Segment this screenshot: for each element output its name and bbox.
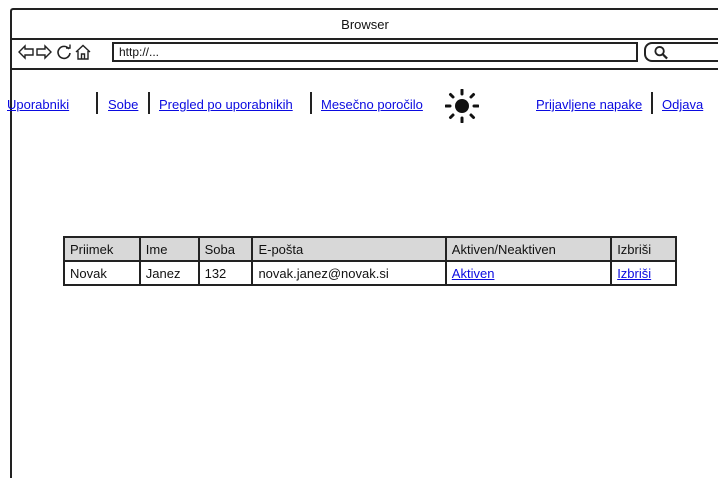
cell-email: novak.janez@novak.si [251, 260, 447, 286]
column-header-delete: Izbriši [610, 236, 677, 262]
nav-separator [310, 92, 312, 114]
users-table: Priimek Ime Soba E-pošta Aktiven/Neaktiv… [63, 236, 677, 286]
nav-logout[interactable]: Odjava [662, 97, 703, 112]
table-header-row: Priimek Ime Soba E-pošta Aktiven/Neaktiv… [63, 236, 677, 262]
search-icon [654, 45, 668, 60]
browser-toolbar: http://... [12, 40, 718, 70]
address-bar[interactable]: http://... [112, 42, 638, 62]
cell-name: Janez [138, 260, 200, 286]
nav-monthly-report[interactable]: Mesečno poročilo [321, 97, 423, 112]
status-toggle-link[interactable]: Aktiven [452, 266, 495, 281]
back-icon[interactable] [18, 44, 34, 60]
column-header-name: Ime [138, 236, 200, 262]
column-header-room: Soba [197, 236, 254, 262]
cell-status: Aktiven [444, 260, 613, 286]
nav-overview[interactable]: Pregled po uporabnikih [159, 97, 293, 112]
cell-delete: Izbriši [610, 260, 677, 286]
column-header-status: Aktiven/Neaktiven [444, 236, 613, 262]
nav-rooms[interactable]: Sobe [108, 97, 138, 112]
column-header-surname: Priimek [63, 236, 141, 262]
nav-users[interactable]: Uporabniki [7, 97, 69, 112]
window-title: Browser [341, 17, 389, 32]
search-box[interactable] [644, 42, 718, 62]
table-row: Novak Janez 132 novak.janez@novak.si Akt… [63, 260, 677, 286]
nav-separator [96, 92, 98, 114]
forward-icon[interactable] [36, 44, 52, 60]
sun-icon[interactable] [445, 89, 479, 123]
cell-surname: Novak [63, 260, 141, 286]
nav-separator [651, 92, 653, 114]
column-header-email: E-pošta [251, 236, 447, 262]
nav-separator [148, 92, 150, 114]
home-icon[interactable] [75, 44, 91, 60]
reload-icon[interactable] [56, 44, 72, 60]
delete-link[interactable]: Izbriši [617, 266, 651, 281]
nav-reported-bugs[interactable]: Prijavljene napake [536, 97, 642, 112]
cell-room: 132 [197, 260, 254, 286]
browser-titlebar: Browser [12, 10, 718, 40]
